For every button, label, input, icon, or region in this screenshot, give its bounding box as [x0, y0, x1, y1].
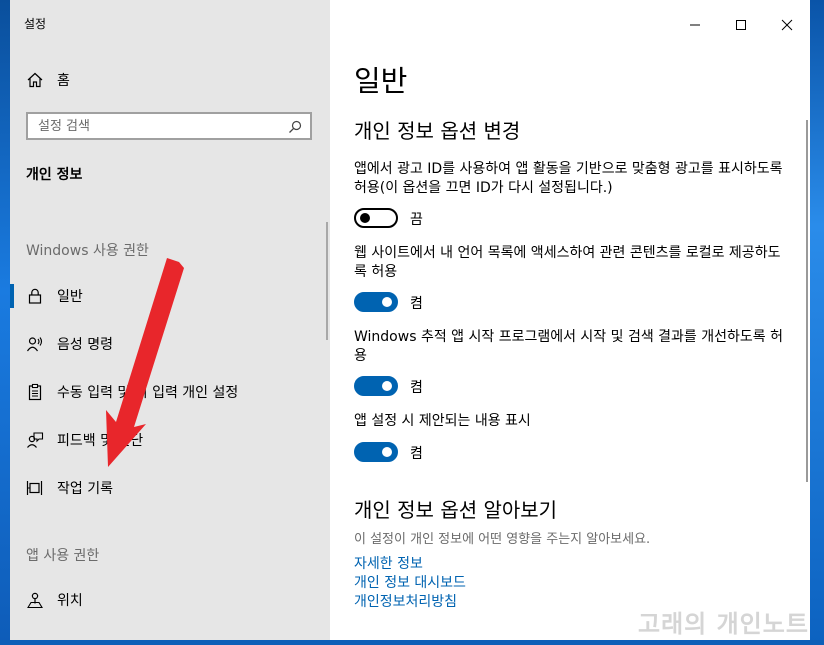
learn-description: 이 설정이 개인 정보에 어떤 영향을 주는지 알아보세요. — [354, 532, 651, 547]
page-title: 일반 — [354, 64, 408, 98]
link-privacy-policy[interactable]: 개인정보처리방침 — [354, 591, 457, 611]
maximize-button[interactable] — [726, 10, 756, 40]
learn-options-heading: 개인 정보 옵션 알아보기 — [354, 498, 558, 522]
group-title-apps: 앱 사용 권한 — [26, 548, 100, 564]
sidebar-scrollbar[interactable] — [326, 222, 328, 340]
toggle-knob — [382, 447, 392, 457]
home-icon — [26, 71, 44, 89]
option-description-suggested-content: 앱 설정 시 제안되는 내용 표시 — [354, 413, 531, 429]
search-input[interactable] — [38, 117, 278, 135]
toggle-app-launch-tracking[interactable] — [354, 376, 398, 396]
toggle-state-label: 켬 — [410, 296, 423, 312]
toggle-knob — [382, 297, 392, 307]
app-title: 설정 — [24, 17, 47, 31]
sidebar-item-general[interactable]: 일반 — [10, 276, 330, 316]
toggle-state-label: 끔 — [410, 212, 423, 228]
sidebar-item-label: 홈 — [57, 73, 70, 89]
sidebar-item-label: 수동 입력 및 키 입력 개인 설정 — [57, 385, 239, 401]
content-pane: 일반 개인 정보 옵션 변경 앱에서 광고 ID를 사용하여 앱 활동을 기반으… — [330, 0, 810, 640]
clipboard-icon — [26, 383, 44, 401]
search-box[interactable] — [26, 112, 312, 140]
sidebar-item-activity-history[interactable]: 작업 기록 — [10, 468, 330, 508]
sidebar-item-feedback[interactable]: 피드백 및 진단 — [10, 420, 330, 460]
feedback-icon — [26, 431, 44, 449]
desktop-background-right — [810, 0, 824, 645]
close-icon — [781, 19, 793, 31]
desktop-background-bottom — [0, 640, 824, 645]
sidebar-item-label: 작업 기록 — [57, 481, 113, 497]
content-scrollbar[interactable] — [806, 120, 808, 482]
sidebar: 설정 홈 개인 정보 Windows 사용 권한 일반 — [10, 0, 330, 640]
option-description-language-list: 웹 사이트에서 내 언어 목록에 액세스하여 관련 콘텐츠를 로컬로 제공하도록… — [354, 245, 781, 280]
sidebar-item-label: 일반 — [57, 289, 83, 305]
sidebar-item-inking-typing[interactable]: 수동 입력 및 키 입력 개인 설정 — [10, 372, 330, 412]
sidebar-item-label: 피드백 및 진단 — [57, 433, 144, 449]
close-button[interactable] — [772, 10, 802, 40]
desktop-background-left — [0, 0, 10, 645]
lock-icon — [26, 287, 44, 305]
settings-window: 설정 홈 개인 정보 Windows 사용 권한 일반 — [10, 0, 810, 640]
change-options-heading: 개인 정보 옵션 변경 — [354, 119, 521, 143]
location-icon — [26, 591, 44, 609]
option-description-app-launch-tracking: Windows 추적 앱 시작 프로그램에서 시작 및 검색 결과를 개선하도록… — [354, 329, 783, 364]
link-more-info[interactable]: 자세한 정보 — [354, 553, 423, 573]
watermark: 고래의 개인노트 — [638, 610, 809, 638]
toggle-knob — [360, 213, 370, 223]
minimize-icon — [690, 24, 700, 26]
minimize-button[interactable] — [680, 10, 710, 40]
sidebar-item-voice[interactable]: 음성 명령 — [10, 324, 330, 364]
sidebar-item-location[interactable]: 위치 — [10, 580, 330, 620]
toggle-state-label: 켬 — [410, 380, 423, 396]
toggle-state-label: 켬 — [410, 446, 423, 462]
maximize-icon — [736, 20, 746, 30]
option-description-ad-id: 앱에서 광고 ID를 사용하여 앱 활동을 기반으로 맞춤형 광고를 표시하도록… — [354, 161, 783, 196]
sidebar-item-label: 음성 명령 — [57, 337, 113, 353]
voice-icon — [26, 335, 44, 353]
timeline-icon — [26, 479, 44, 497]
link-privacy-dashboard[interactable]: 개인 정보 대시보드 — [354, 572, 466, 592]
toggle-ad-id[interactable] — [354, 208, 398, 228]
toggle-knob — [382, 381, 392, 391]
search-icon[interactable] — [288, 119, 302, 133]
sidebar-item-home[interactable]: 홈 — [10, 60, 330, 100]
section-title: 개인 정보 — [26, 167, 83, 183]
toggle-language-list[interactable] — [354, 292, 398, 312]
group-title-windows: Windows 사용 권한 — [26, 243, 149, 259]
toggle-suggested-content[interactable] — [354, 442, 398, 462]
sidebar-item-label: 위치 — [57, 593, 83, 609]
